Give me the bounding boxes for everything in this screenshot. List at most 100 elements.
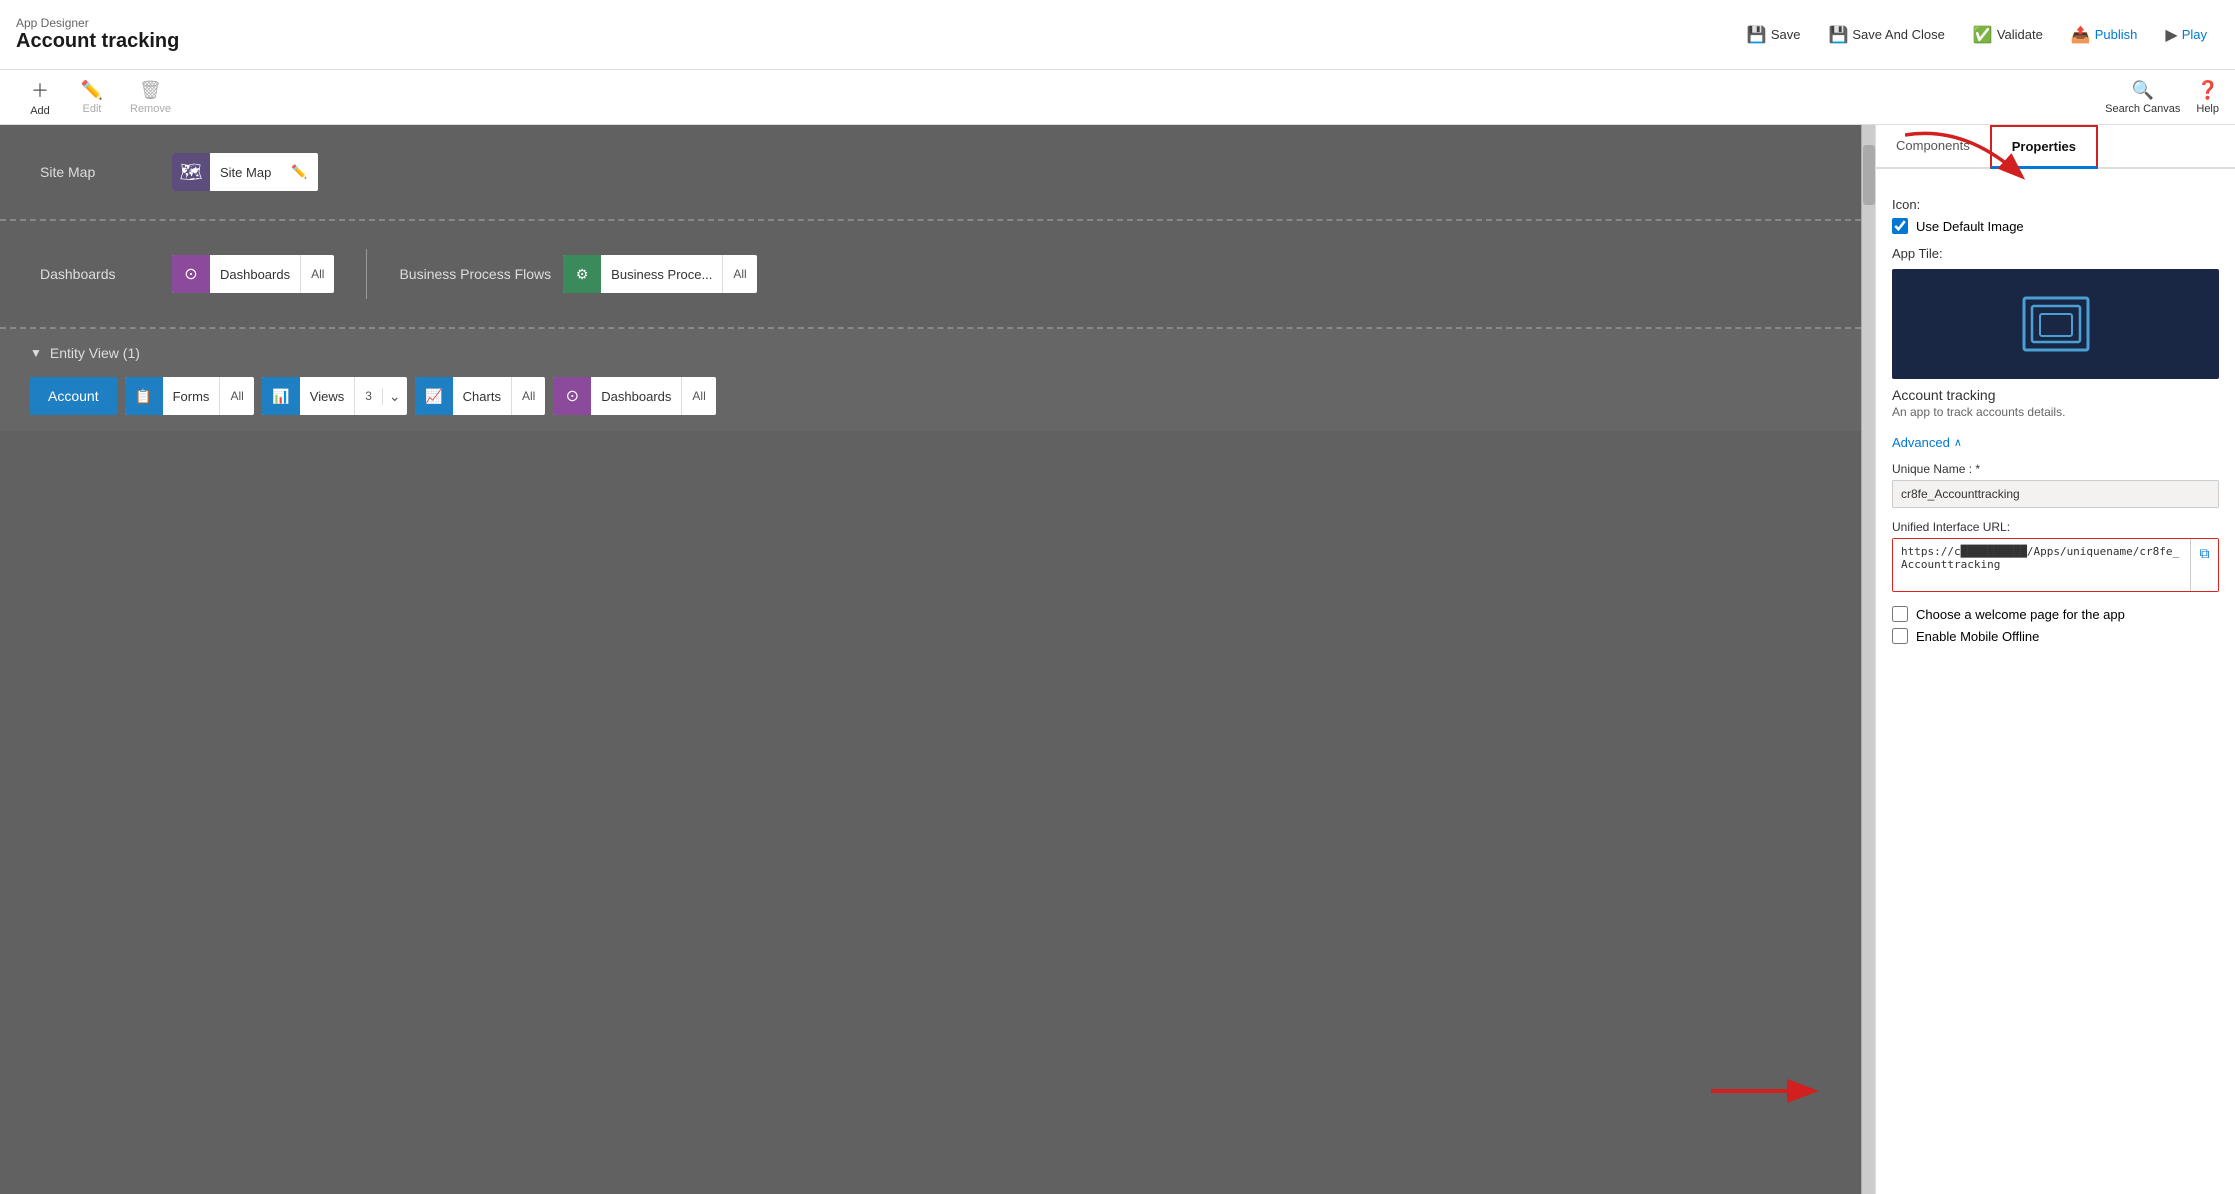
sitemap-edit-icon[interactable]: ✏️ <box>281 164 317 180</box>
app-tile-inner <box>2016 289 2096 359</box>
sitemap-section: Site Map 🗺 Site Map ✏️ <box>0 125 1861 221</box>
entity-view-header: ▼ Entity View (1) <box>30 345 1831 361</box>
welcome-page-checkbox[interactable] <box>1892 606 1908 622</box>
app-title: Account tracking <box>16 30 179 53</box>
panel-content: Icon: Use Default Image App Tile: Accoun… <box>1876 169 2235 1194</box>
panel-tabs: Components Properties <box>1876 125 2235 169</box>
ui-url-field[interactable]: https://c██████████/Apps/uniquename/cr8f… <box>1893 539 2190 591</box>
save-button[interactable]: 💾 Save <box>1735 19 1813 51</box>
entity-view-label: Entity View (1) <box>50 345 140 361</box>
help-icon: ❓ <box>2196 80 2218 101</box>
use-default-image-checkbox[interactable] <box>1892 218 1908 234</box>
help-button[interactable]: ❓ Help <box>2196 80 2219 115</box>
sitemap-icon: 🗺 <box>172 153 210 191</box>
mobile-offline-checkbox[interactable] <box>1892 628 1908 644</box>
entity-dashboards-label: Dashboards <box>591 389 681 404</box>
url-copy-button[interactable]: ⧉ <box>2190 539 2218 591</box>
unique-name-label: Unique Name : * <box>1892 462 2219 476</box>
entity-dashboards-block[interactable]: ⊙ Dashboards All <box>553 377 715 415</box>
forms-action[interactable]: All <box>219 377 253 415</box>
save-close-icon: 💾 <box>1828 25 1848 45</box>
publish-button[interactable]: 📤 Publish <box>2059 19 2150 51</box>
components-tab[interactable]: Components <box>1876 125 1990 169</box>
add-icon: ＋ <box>31 77 49 103</box>
top-bar: App Designer Account tracking 💾 Save 💾 S… <box>0 0 2235 70</box>
sitemap-block[interactable]: 🗺 Site Map ✏️ <box>172 153 318 191</box>
business-process-label: Business Process Flows <box>399 266 551 282</box>
search-canvas-button[interactable]: 🔍 Search Canvas <box>2105 80 2180 115</box>
dashboards-block[interactable]: ⊙ Dashboards All <box>172 255 334 293</box>
app-desc-display: An app to track accounts details. <box>1892 405 2219 419</box>
entity-dashboards-action[interactable]: All <box>681 377 715 415</box>
properties-tab[interactable]: Properties <box>1990 125 2098 169</box>
app-designer-label: App Designer <box>16 16 179 30</box>
dashboards-icon: ⊙ <box>172 255 210 293</box>
toolbar-right: 🔍 Search Canvas ❓ Help <box>2105 80 2219 115</box>
business-process-block[interactable]: ⚙ Business Proce... All <box>563 255 757 293</box>
welcome-page-row: Choose a welcome page for the app <box>1892 606 2219 622</box>
play-icon: ▶ <box>2165 25 2177 45</box>
bottom-red-arrow <box>1711 1071 1831 1114</box>
dashboards-name: Dashboards <box>210 267 300 282</box>
business-process-action[interactable]: All <box>722 255 756 293</box>
advanced-chevron-icon: ∧ <box>1954 436 1962 449</box>
app-name-display: Account tracking <box>1892 387 2219 403</box>
edit-icon: ✏️ <box>81 80 103 101</box>
canvas: Site Map 🗺 Site Map ✏️ Dashboards ⊙ Dash… <box>0 125 1861 1194</box>
charts-label: Charts <box>453 389 511 404</box>
views-count: 3 <box>354 377 382 415</box>
remove-button[interactable]: 🗑 Remove <box>120 74 181 121</box>
right-panel: Components Properties Icon: Use Default … <box>1875 125 2235 1194</box>
business-process-icon: ⚙ <box>563 255 601 293</box>
ui-url-label: Unified Interface URL: <box>1892 520 2219 534</box>
views-icon: 📊 <box>262 377 300 415</box>
entity-dashboards-icon: ⊙ <box>553 377 591 415</box>
views-chevron-icon[interactable]: ⌄ <box>382 388 407 405</box>
entity-view-row: Account 📋 Forms All 📊 Views 3 ⌄ 📈 C <box>30 377 1831 415</box>
charts-action[interactable]: All <box>511 377 545 415</box>
top-bar-right: 💾 Save 💾 Save And Close ✅ Validate 📤 Pub… <box>1735 19 2219 51</box>
mobile-offline-label: Enable Mobile Offline <box>1916 629 2039 644</box>
use-default-image-row: Use Default Image <box>1892 218 2219 234</box>
sitemap-row: Site Map 🗺 Site Map ✏️ <box>40 153 1821 191</box>
views-block[interactable]: 📊 Views 3 ⌄ <box>262 377 407 415</box>
canvas-scroll-indicator <box>1863 145 1875 205</box>
validate-button[interactable]: ✅ Validate <box>1961 19 2055 51</box>
app-tile-label: App Tile: <box>1892 246 2219 261</box>
publish-icon: 📤 <box>2071 25 2091 45</box>
charts-icon: 📈 <box>415 377 453 415</box>
canvas-scrollbar[interactable] <box>1861 125 1875 1194</box>
app-tile-image <box>1892 269 2219 379</box>
forms-label: Forms <box>163 389 220 404</box>
section-divider <box>366 249 367 299</box>
welcome-page-label: Choose a welcome page for the app <box>1916 607 2125 622</box>
dashboards-action[interactable]: All <box>300 255 334 293</box>
add-button[interactable]: ＋ Add <box>16 71 64 123</box>
forms-block[interactable]: 📋 Forms All <box>125 377 254 415</box>
account-button[interactable]: Account <box>30 377 117 415</box>
save-icon: 💾 <box>1747 25 1767 45</box>
search-icon: 🔍 <box>2132 80 2154 101</box>
sitemap-name: Site Map <box>210 165 281 180</box>
business-process-name: Business Proce... <box>601 267 722 282</box>
edit-button[interactable]: ✏️ Edit <box>68 74 116 121</box>
dashboards-section: Dashboards ⊙ Dashboards All Business Pro… <box>0 221 1861 329</box>
save-and-close-button[interactable]: 💾 Save And Close <box>1816 19 1956 51</box>
advanced-link[interactable]: Advanced ∧ <box>1892 435 2219 450</box>
forms-icon: 📋 <box>125 377 163 415</box>
charts-block[interactable]: 📈 Charts All <box>415 377 546 415</box>
validate-icon: ✅ <box>1973 25 1993 45</box>
icon-label: Icon: <box>1892 197 2219 212</box>
top-bar-left: App Designer Account tracking <box>16 16 179 53</box>
main: Site Map 🗺 Site Map ✏️ Dashboards ⊙ Dash… <box>0 125 2235 1194</box>
play-button[interactable]: ▶ Play <box>2153 19 2219 51</box>
toolbar: ＋ Add ✏️ Edit 🗑 Remove 🔍 Search Canvas ❓… <box>0 70 2235 125</box>
unique-name-input[interactable] <box>1892 480 2219 508</box>
mobile-offline-row: Enable Mobile Offline <box>1892 628 2219 644</box>
sitemap-label: Site Map <box>40 164 160 180</box>
use-default-image-label: Use Default Image <box>1916 219 2024 234</box>
dashboards-row: Dashboards ⊙ Dashboards All Business Pro… <box>40 249 1821 299</box>
remove-icon: 🗑 <box>139 80 162 101</box>
ui-url-field-wrapper: https://c██████████/Apps/uniquename/cr8f… <box>1892 538 2219 592</box>
entity-chevron-icon: ▼ <box>30 346 42 360</box>
